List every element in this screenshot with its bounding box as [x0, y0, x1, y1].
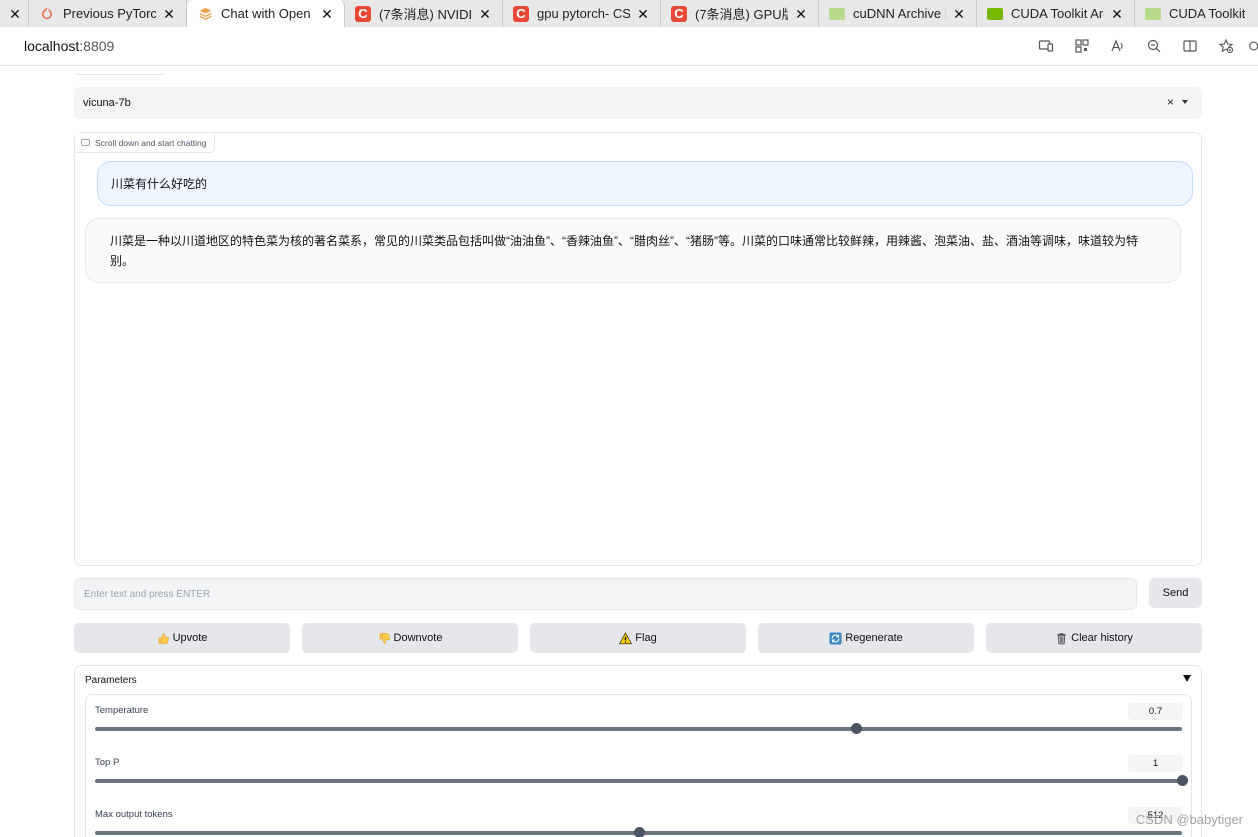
top-p-slider-block: Top P 1	[86, 747, 1193, 797]
flag-button[interactable]: Flag	[530, 623, 746, 653]
close-icon[interactable]: ✕	[320, 7, 334, 21]
zoom-out-icon[interactable]	[1136, 35, 1172, 57]
chatbot-label: Scroll down and start chatting	[75, 133, 215, 153]
max-tokens-slider-block: Max output tokens 512	[86, 799, 1193, 837]
browser-tab-active[interactable]: Chat with Open L ✕	[187, 0, 345, 27]
chat-app: vicuna-7b × Scroll down and start chatti…	[0, 66, 1258, 837]
extensions-icon[interactable]	[1244, 35, 1258, 57]
slider-thumb[interactable]	[850, 723, 862, 734]
favorite-add-icon[interactable]	[1208, 35, 1244, 57]
csdn-icon: C	[355, 5, 371, 22]
browser-tab-strip: AI ✕ Previous PyTorch ✕ Chat with Open L…	[0, 0, 1258, 27]
chatbot-label-text: Scroll down and start chatting	[95, 137, 207, 148]
upvote-button[interactable]: Upvote	[74, 623, 290, 653]
regenerate-label: Regenerate	[845, 632, 903, 644]
qr-code-icon[interactable]	[1064, 35, 1100, 57]
nvidia-icon	[829, 6, 845, 22]
assistant-message-text: 川菜是一种以川道地区的特色菜为核的著名菜系，常见的川菜类品包括叫做“油油鱼”、“…	[110, 234, 1138, 268]
csdn-icon: C	[671, 5, 687, 22]
model-selector[interactable]: vicuna-7b ×	[74, 87, 1202, 119]
downvote-label: Downvote	[393, 632, 443, 644]
action-buttons: Upvote Downvote Flag Regenerate Clear hi…	[74, 623, 1202, 653]
layers-icon	[197, 6, 213, 22]
pytorch-icon	[39, 6, 55, 22]
top-p-number-input[interactable]: 1	[1128, 755, 1183, 772]
url-text[interactable]: localhost:8809	[24, 38, 114, 54]
tab-title: CUDA Toolkit	[1169, 6, 1245, 21]
tab-title: CUDA Toolkit Arc	[1011, 6, 1104, 21]
refresh-icon	[829, 631, 842, 645]
tab-title: Previous PyTorch	[63, 6, 156, 21]
max-tokens-slider[interactable]	[95, 827, 1182, 837]
temperature-slider-block: Temperature 0.7	[86, 695, 1193, 745]
flag-label: Flag	[635, 632, 657, 644]
app-available-icon[interactable]	[1028, 35, 1064, 57]
address-bar[interactable]: localhost:8809	[0, 27, 1258, 66]
close-icon[interactable]: ✕	[952, 7, 966, 21]
thumbs-up-icon	[157, 632, 170, 645]
top-p-slider[interactable]	[95, 775, 1188, 786]
browser-tab[interactable]: C (7条消息) GPU版 ✕	[661, 0, 819, 27]
split-screen-icon[interactable]	[1172, 35, 1208, 57]
slider-label: Temperature	[95, 705, 149, 716]
thumbs-down-icon	[378, 632, 391, 645]
parameters-panel: Temperature 0.7 Top P 1 Max output token…	[85, 694, 1192, 837]
model-selector-value: vicuna-7b	[83, 97, 131, 109]
url-host: localhost	[24, 38, 80, 54]
close-icon[interactable]: ✕	[478, 7, 492, 21]
watermark: CSDN @babytiger	[1135, 812, 1243, 827]
collapse-triangle-icon[interactable]	[1183, 675, 1191, 682]
csdn-icon: C	[513, 5, 529, 22]
slider-label: Top P	[95, 757, 120, 768]
nvidia-icon	[1145, 6, 1161, 22]
browser-toolbar	[1028, 35, 1258, 57]
slider-thumb[interactable]	[633, 827, 645, 837]
browser-tab[interactable]: cuDNN Archive | ✕	[819, 0, 977, 27]
nvidia-icon	[987, 6, 1003, 22]
tab-title: (7条消息) GPU版	[695, 7, 788, 22]
send-button[interactable]: Send	[1149, 578, 1202, 608]
regenerate-button[interactable]: Regenerate	[758, 623, 974, 653]
browser-tab[interactable]: C (7条消息) NVIDIA ✕	[345, 0, 503, 27]
browser-tab[interactable]: Previous PyTorch ✕	[29, 0, 187, 27]
tab-title: gpu pytorch- CSD	[537, 6, 630, 21]
slider-label: Max output tokens	[95, 809, 173, 820]
close-icon[interactable]: ✕	[8, 7, 22, 21]
close-icon[interactable]: ✕	[162, 7, 176, 21]
close-icon[interactable]: ✕	[794, 7, 808, 21]
trash-icon	[1055, 632, 1068, 645]
tab-title: cuDNN Archive |	[853, 6, 946, 21]
user-message-text: 川菜有什么好吃的	[111, 177, 208, 191]
parameters-accordion: Parameters Temperature 0.7 Top P 1 Max o…	[74, 665, 1202, 837]
temperature-slider[interactable]	[95, 723, 1182, 734]
chat-bubble-icon	[81, 139, 90, 146]
chevron-down-icon[interactable]	[1182, 100, 1188, 104]
downvote-button[interactable]: Downvote	[302, 623, 518, 653]
temperature-number-input[interactable]: 0.7	[1128, 703, 1183, 720]
browser-tab[interactable]: CUDA Toolkit Arc ✕	[977, 0, 1135, 27]
browser-tab[interactable]: CUDA Toolkit	[1135, 0, 1255, 27]
message-input[interactable]	[74, 578, 1137, 610]
url-port: :8809	[79, 38, 115, 54]
close-icon[interactable]: ✕	[636, 7, 650, 21]
slider-thumb[interactable]	[1177, 775, 1188, 786]
parameters-title: Parameters	[85, 675, 137, 686]
upvote-label: Upvote	[172, 632, 208, 644]
divider	[74, 74, 164, 75]
clear-icon[interactable]: ×	[1167, 95, 1174, 109]
browser-tab[interactable]: AI ✕	[0, 0, 29, 27]
read-aloud-icon[interactable]	[1100, 35, 1136, 57]
assistant-message: 川菜是一种以川道地区的特色菜为核的著名菜系，常见的川菜类品包括叫做“油油鱼”、“…	[85, 218, 1181, 283]
clear-history-button[interactable]: Clear history	[986, 623, 1202, 653]
browser-tab[interactable]: C gpu pytorch- CSD ✕	[503, 0, 661, 27]
input-row: Send	[74, 578, 1202, 610]
chatbot-panel[interactable]: Scroll down and start chatting 川菜有什么好吃的 …	[74, 132, 1202, 566]
close-icon[interactable]: ✕	[1110, 7, 1124, 21]
warning-icon	[619, 631, 633, 645]
clear-history-label: Clear history	[1071, 632, 1133, 644]
tab-title: (7条消息) NVIDIA	[379, 7, 472, 22]
user-message: 川菜有什么好吃的	[97, 161, 1193, 206]
tab-title: Chat with Open L	[221, 6, 314, 21]
